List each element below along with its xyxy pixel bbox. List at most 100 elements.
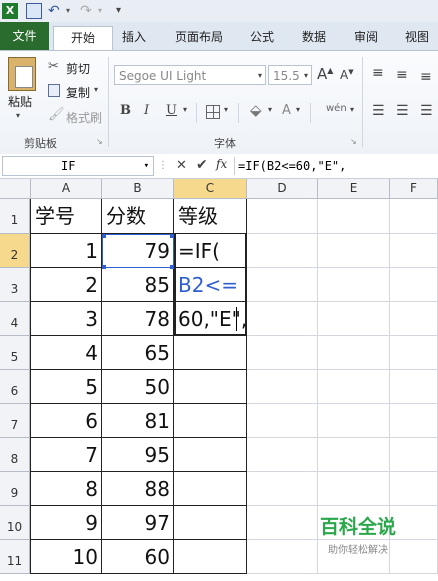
underline-button[interactable]: U <box>166 103 177 118</box>
cell-f7[interactable] <box>390 404 438 438</box>
cell-c10[interactable] <box>174 506 247 540</box>
row-header-11[interactable]: 11 <box>0 540 30 574</box>
cell-d5[interactable] <box>247 336 318 370</box>
cell-b11[interactable]: 60 <box>102 540 174 574</box>
row-header-3[interactable]: 3 <box>0 268 30 302</box>
tab-data[interactable]: 数据 <box>292 26 336 50</box>
cell-b6[interactable]: 50 <box>102 370 174 404</box>
formula-bar-splitter[interactable]: ⋮ <box>158 158 168 174</box>
cell-d2[interactable] <box>247 234 318 268</box>
row-header-2[interactable]: 2 <box>0 234 30 268</box>
redo-dropdown-icon[interactable]: ▾ <box>98 3 114 19</box>
bold-button[interactable]: B <box>120 103 131 118</box>
tab-page-layout[interactable]: 页面布局 <box>164 26 234 50</box>
cell-f9[interactable] <box>390 472 438 506</box>
save-icon[interactable] <box>26 3 42 19</box>
cell-d6[interactable] <box>247 370 318 404</box>
align-middle-icon[interactable]: ≡ <box>396 67 408 83</box>
cell-f2[interactable] <box>390 234 438 268</box>
cell-e5[interactable] <box>318 336 390 370</box>
cell-a10[interactable]: 9 <box>31 506 102 540</box>
borders-icon[interactable] <box>206 105 220 119</box>
cell-c6[interactable] <box>174 370 247 404</box>
font-size-dropdown-icon[interactable]: ▾ <box>304 66 308 86</box>
row-header-8[interactable]: 8 <box>0 438 30 472</box>
column-header-f[interactable]: F <box>390 179 438 198</box>
range-handle[interactable] <box>102 265 106 269</box>
formula-input[interactable]: =IF(B2<=60,"E", <box>238 156 346 176</box>
paste-button[interactable]: 粘贴 <box>8 93 32 110</box>
excel-logo-icon[interactable]: X <box>2 3 18 19</box>
cell-f1[interactable] <box>390 199 438 234</box>
column-header-b[interactable]: B <box>102 179 174 198</box>
paste-dropdown-icon[interactable]: ▾ <box>16 111 20 120</box>
font-family-select[interactable]: Segoe UI Light ▾ <box>114 65 266 85</box>
borders-dropdown-icon[interactable]: ▾ <box>224 105 228 114</box>
tab-home[interactable]: 开始 <box>53 26 113 51</box>
format-painter-button[interactable]: 格式刷 <box>66 109 102 126</box>
italic-button[interactable]: I <box>144 103 149 118</box>
cell-f6[interactable] <box>390 370 438 404</box>
cell-c9[interactable] <box>174 472 247 506</box>
cell-c7[interactable] <box>174 404 247 438</box>
shrink-font-button[interactable]: A▼ <box>340 68 354 82</box>
copy-dropdown-icon[interactable]: ▾ <box>94 85 98 94</box>
font-color-icon[interactable]: A <box>282 103 291 118</box>
cell-b10[interactable]: 97 <box>102 506 174 540</box>
row-header-4[interactable]: 4 <box>0 302 30 336</box>
fill-color-dropdown-icon[interactable]: ▾ <box>268 105 272 114</box>
tab-review[interactable]: 审阅 <box>344 26 388 50</box>
name-box[interactable]: IF ▾ <box>2 156 154 176</box>
row-header-5[interactable]: 5 <box>0 336 30 370</box>
cell-a3[interactable]: 2 <box>31 268 102 302</box>
cell-d9[interactable] <box>247 472 318 506</box>
cell-b9[interactable]: 88 <box>102 472 174 506</box>
cell-a5[interactable]: 4 <box>31 336 102 370</box>
enter-icon[interactable]: ✔ <box>196 157 208 173</box>
column-header-c[interactable]: C <box>174 179 247 198</box>
cell-a8[interactable]: 7 <box>31 438 102 472</box>
tab-view[interactable]: 视图 <box>396 26 438 50</box>
row-header-7[interactable]: 7 <box>0 404 30 438</box>
cell-a1[interactable]: 学号 <box>31 199 102 234</box>
row-header-10[interactable]: 10 <box>0 506 30 540</box>
font-size-select[interactable]: 15.5 ▾ <box>268 65 312 85</box>
cell-f5[interactable] <box>390 336 438 370</box>
cell-c8[interactable] <box>174 438 247 472</box>
cell-b1[interactable]: 分数 <box>102 199 174 234</box>
align-center-icon[interactable]: ☰ <box>396 103 409 119</box>
column-header-a[interactable]: A <box>31 179 102 198</box>
cell-e4[interactable] <box>318 302 390 336</box>
row-header-1[interactable]: 1 <box>0 199 30 234</box>
column-header-e[interactable]: E <box>318 179 390 198</box>
cancel-icon[interactable]: ✕ <box>176 158 187 173</box>
cell-a4[interactable]: 3 <box>31 302 102 336</box>
cell-d8[interactable] <box>247 438 318 472</box>
underline-dropdown-icon[interactable]: ▾ <box>183 105 187 114</box>
customize-qat-icon[interactable]: ▾ <box>116 3 132 19</box>
row-header-9[interactable]: 9 <box>0 472 30 506</box>
font-launcher-icon[interactable]: ↘ <box>350 137 357 146</box>
phonetic-guide-icon[interactable]: wén <box>326 103 347 114</box>
phonetic-dropdown-icon[interactable]: ▾ <box>350 105 354 114</box>
cell-b5[interactable]: 65 <box>102 336 174 370</box>
paste-icon[interactable] <box>8 57 36 91</box>
cell-a7[interactable]: 6 <box>31 404 102 438</box>
cell-d4[interactable] <box>247 302 318 336</box>
font-family-dropdown-icon[interactable]: ▾ <box>258 66 262 86</box>
cell-a6[interactable]: 5 <box>31 370 102 404</box>
cell-c11[interactable] <box>174 540 247 574</box>
cell-a9[interactable]: 8 <box>31 472 102 506</box>
cell-b7[interactable]: 81 <box>102 404 174 438</box>
cell-d3[interactable] <box>247 268 318 302</box>
align-top-icon[interactable]: ≡ <box>372 65 384 81</box>
cut-button[interactable]: 剪切 <box>66 60 90 77</box>
cell-b4[interactable]: 78 <box>102 302 174 336</box>
align-left-icon[interactable]: ☰ <box>372 103 385 119</box>
font-color-dropdown-icon[interactable]: ▾ <box>296 105 300 114</box>
column-header-d[interactable]: D <box>247 179 318 198</box>
cell-e8[interactable] <box>318 438 390 472</box>
cell-e9[interactable] <box>318 472 390 506</box>
align-bottom-icon[interactable]: ≡ <box>420 69 432 85</box>
tab-insert[interactable]: 插入 <box>112 26 156 50</box>
